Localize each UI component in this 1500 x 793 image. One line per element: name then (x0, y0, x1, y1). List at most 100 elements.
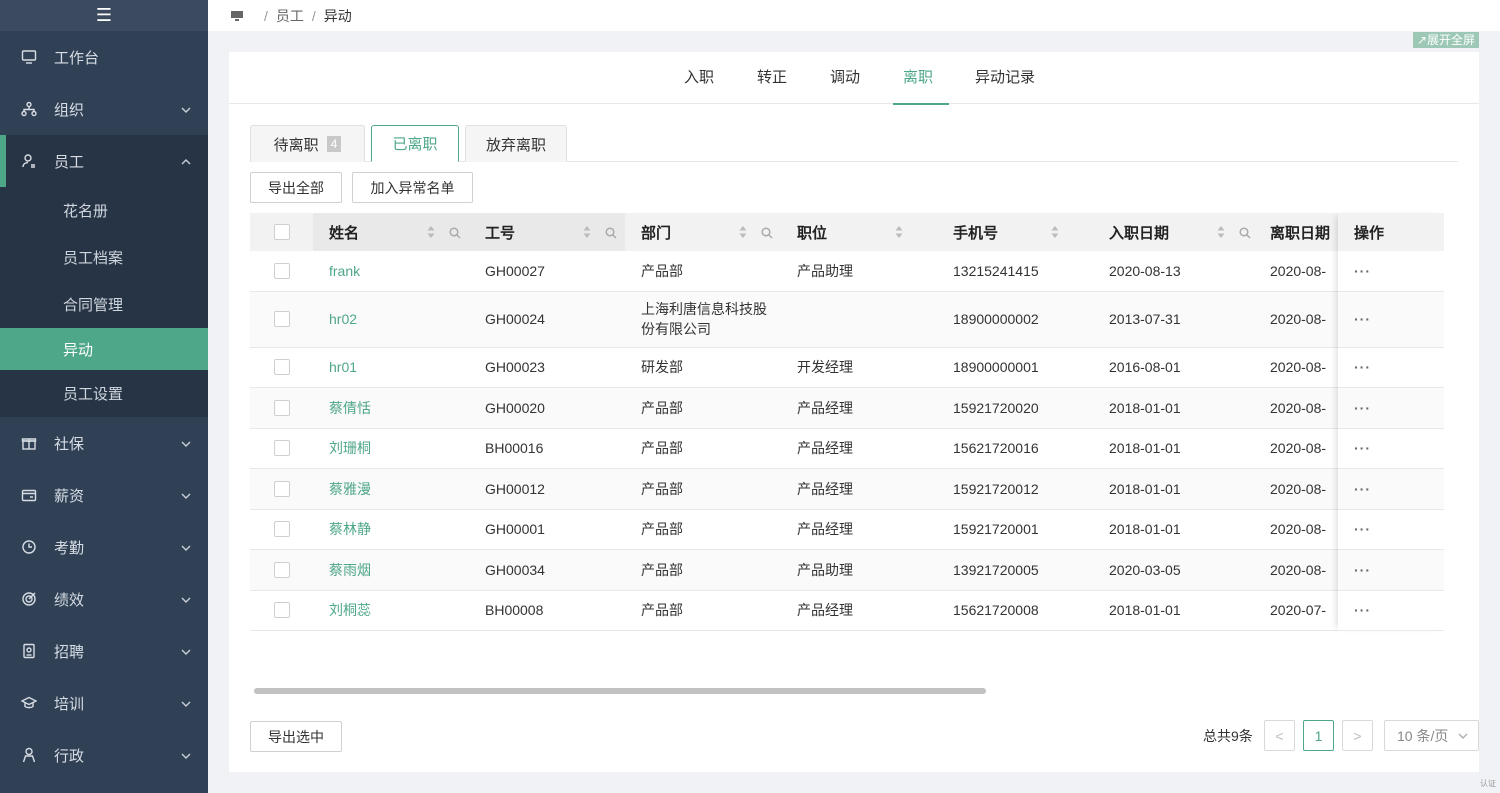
export-selected-button[interactable]: 导出选中 (250, 721, 342, 752)
more-actions-icon[interactable]: ··· (1354, 440, 1371, 456)
more-actions-icon[interactable]: ··· (1354, 562, 1371, 578)
row-checkbox[interactable] (273, 399, 290, 416)
tab-transfer[interactable]: 调动 (830, 52, 860, 104)
row-checkbox[interactable] (273, 602, 290, 619)
subtab-abandoned[interactable]: 放弃离职 (465, 125, 567, 162)
sidebar-item-label: 考勤 (54, 539, 85, 557)
subtab-left[interactable]: 已离职 (371, 125, 459, 162)
cell-name[interactable]: 蔡林静 (313, 509, 469, 550)
table-row[interactable]: frank GH00027 产品部 产品助理 13215241415 2020-08-13… (250, 251, 1444, 292)
sidebar-item-employee[interactable]: 员工 (0, 135, 208, 187)
sort-icon[interactable] (1217, 225, 1225, 239)
search-icon[interactable] (761, 226, 773, 239)
tab-change-records[interactable]: 异动记录 (975, 52, 1035, 104)
table-row[interactable]: 蔡倩恬 GH00020 产品部 产品经理 15921720020 2018-01-01 20… (250, 388, 1444, 429)
cell-name[interactable]: frank (313, 251, 469, 292)
cell-name[interactable]: 蔡雅漫 (313, 469, 469, 510)
row-checkbox[interactable] (273, 440, 290, 457)
submenu-changes[interactable]: 异动 (0, 328, 208, 370)
cell-position: 产品助理 (797, 262, 853, 279)
cell-name[interactable]: 蔡倩恬 (313, 388, 469, 429)
row-checkbox[interactable] (273, 311, 290, 327)
page-1-button[interactable]: 1 (1303, 720, 1334, 751)
prev-page-button[interactable]: < (1264, 720, 1295, 751)
tab-regularize[interactable]: 转正 (757, 52, 787, 104)
add-abnormal-list-button[interactable]: 加入异常名单 (352, 172, 473, 203)
row-checkbox[interactable] (273, 262, 290, 279)
search-icon[interactable] (605, 226, 617, 239)
sort-icon[interactable] (739, 225, 747, 239)
sidebar-item-recruit[interactable]: 招聘 (0, 625, 208, 677)
table-row[interactable]: 蔡雅漫 GH00012 产品部 产品经理 15921720012 2018-01-01 20… (250, 469, 1444, 510)
breadcrumb-employee[interactable]: 员工 (276, 6, 304, 26)
chevron-down-icon (180, 749, 191, 759)
sidebar-item-training[interactable]: 培训 (0, 677, 208, 729)
search-icon[interactable] (1239, 226, 1251, 239)
sidebar-item-performance[interactable]: 绩效 (0, 573, 208, 625)
table-body: frank GH00027 产品部 产品助理 13215241415 2020-08-13… (250, 251, 1444, 631)
more-actions-icon[interactable]: ··· (1354, 400, 1371, 416)
table-row[interactable]: 刘珊桐 BH00016 产品部 产品经理 15621720016 2018-01-01 20… (250, 428, 1444, 469)
header-join-date: 入职日期 (1093, 213, 1260, 251)
sort-icon[interactable] (427, 225, 435, 239)
cell-name[interactable]: hr02 (313, 291, 469, 347)
menu-toggle-icon[interactable]: ☰ (0, 0, 208, 31)
select-all-checkbox[interactable] (273, 224, 290, 240)
cell-phone: 18900000001 (953, 359, 1039, 376)
row-checkbox[interactable] (273, 561, 290, 578)
submenu-roster[interactable]: 花名册 (0, 187, 208, 234)
cell-phone: 15921720020 (953, 399, 1039, 416)
more-actions-icon[interactable]: ··· (1354, 521, 1371, 537)
cell-name[interactable]: 刘珊桐 (313, 428, 469, 469)
more-actions-icon[interactable]: ··· (1354, 359, 1371, 375)
sidebar-item-salary[interactable]: 薪资 (0, 469, 208, 521)
row-checkbox[interactable] (273, 480, 290, 497)
home-icon[interactable] (230, 10, 244, 22)
more-actions-icon[interactable]: ··· (1354, 263, 1371, 279)
cell-name[interactable]: 刘桐蕊 (313, 590, 469, 631)
table-row[interactable]: 刘桐蕊 BH00008 产品部 产品经理 15621720008 2018-01-01 20… (250, 590, 1444, 631)
row-ops-cell: ··· (1338, 251, 1444, 292)
sort-icon[interactable] (895, 225, 903, 239)
pending-count-badge: 4 (326, 136, 342, 152)
submenu-contracts[interactable]: 合同管理 (0, 281, 208, 328)
tab-onboard[interactable]: 入职 (684, 52, 714, 104)
sort-icon[interactable] (583, 225, 591, 239)
sidebar-item-dashboard[interactable]: 工作台 (0, 31, 208, 83)
row-checkbox[interactable] (273, 521, 290, 538)
table-row[interactable]: 蔡雨烟 GH00034 产品部 产品助理 13921720005 2020-03-05 20… (250, 550, 1444, 591)
submenu-profiles[interactable]: 员工档案 (0, 234, 208, 281)
more-actions-icon[interactable]: ··· (1354, 311, 1371, 327)
more-actions-icon[interactable]: ··· (1354, 602, 1371, 618)
sort-icon[interactable] (1051, 225, 1059, 239)
sidebar-item-social[interactable]: 社保 (0, 417, 208, 469)
submenu-settings[interactable]: 员工设置 (0, 370, 208, 417)
more-actions-icon[interactable]: ··· (1354, 481, 1371, 497)
sidebar-item-org[interactable]: 组织 (0, 83, 208, 135)
table-row[interactable]: hr02 GH00024 上海利唐信息科技股份有限公司 18900000002 2013… (250, 291, 1444, 348)
next-page-button[interactable]: > (1342, 720, 1373, 751)
page-size-select[interactable]: 10 条/页 (1384, 720, 1479, 751)
fullscreen-button[interactable]: ↗展开全屏 (1412, 32, 1479, 48)
cell-name[interactable]: 蔡雨烟 (313, 550, 469, 591)
subtab-pending[interactable]: 待离职 4 (250, 125, 365, 162)
cell-join-date: 2018-01-01 (1109, 602, 1181, 619)
cell-name[interactable]: hr01 (313, 347, 469, 388)
sidebar-item-attendance[interactable]: 考勤 (0, 521, 208, 573)
table-row[interactable]: hr01 GH00023 研发部 开发经理 18900000001 2016-08-01 2… (250, 347, 1444, 388)
sidebar-item-admin[interactable]: 行政 (0, 729, 208, 781)
sidebar-item-label: 薪资 (54, 487, 85, 505)
row-checkbox-cell (250, 509, 313, 550)
chevron-down-icon (180, 103, 191, 113)
horizontal-scrollbar[interactable] (254, 688, 986, 694)
tab-resign[interactable]: 离职 (892, 52, 950, 105)
breadcrumb: / 员工 / 异动 (208, 0, 1500, 31)
row-checkbox[interactable] (273, 359, 290, 376)
search-icon[interactable] (449, 226, 461, 239)
table-row[interactable]: 蔡林静 GH00001 产品部 产品经理 15921720001 2018-01-01 20… (250, 509, 1444, 550)
chevron-down-icon (180, 645, 191, 655)
row-ops-cell: ··· (1338, 550, 1444, 591)
row-ops-cell: ··· (1338, 388, 1444, 429)
sidebar-item-label: 绩效 (54, 591, 85, 609)
export-all-button[interactable]: 导出全部 (250, 172, 342, 203)
